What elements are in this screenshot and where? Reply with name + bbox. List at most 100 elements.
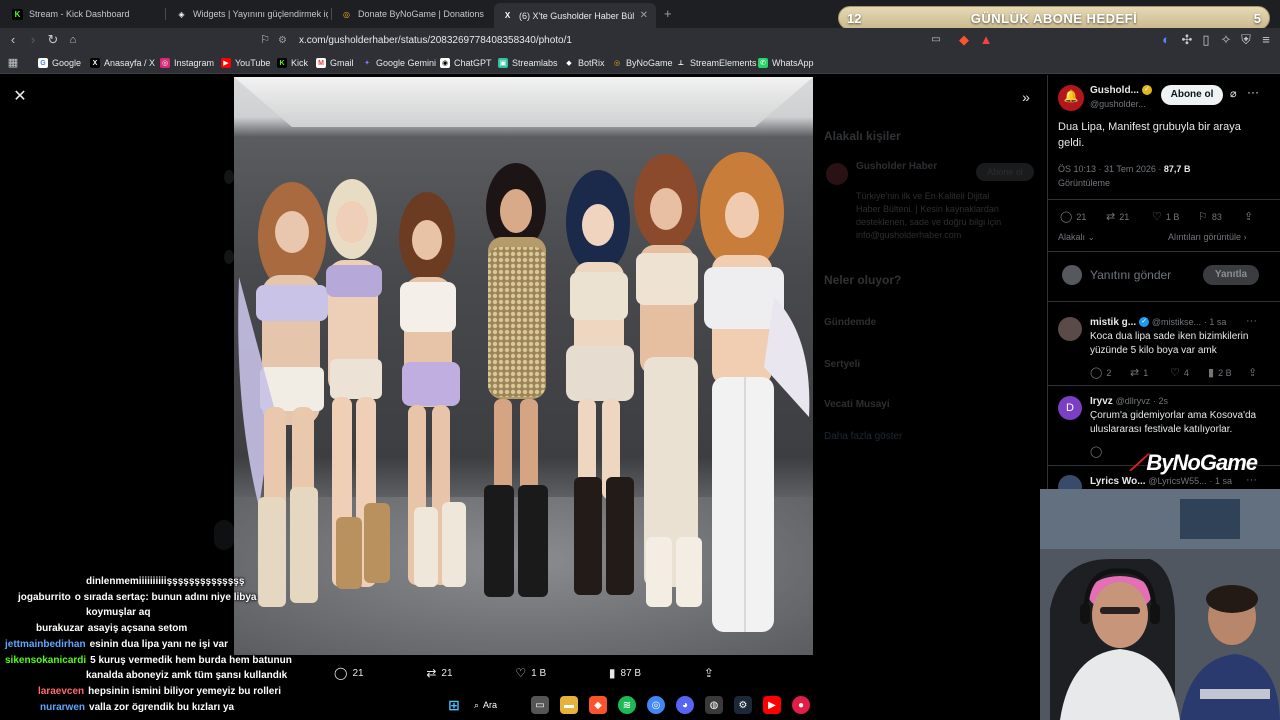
chat-username: jettmainbedirhan (5, 639, 86, 650)
reply-button[interactable]: ◯ 21 (334, 666, 364, 680)
more-options-icon[interactable]: ··· (1246, 315, 1257, 327)
chat-message: koymuşlar aq (86, 607, 151, 618)
chat-message: kanalda aboneyiz amk tüm şansı kullandık (86, 670, 288, 681)
like-button[interactable]: ♡ 4 (1170, 366, 1189, 379)
views-button[interactable]: ▮ 87 B (609, 666, 641, 680)
leo-ai-icon[interactable]: ✧ (1218, 32, 1234, 48)
sidebar-icon[interactable]: ▯ (1198, 32, 1214, 48)
subscriber-goal-overlay: 12 GÜNLÜK ABONE HEDEFİ 5 (838, 6, 1270, 30)
more-options-icon[interactable]: ··· (1247, 85, 1259, 99)
windows-taskbar: ⊞ ⌕ Ara ▭ ▬ ◆ ≋ ◎ ◕ ◍ ⚙ ▶ ● (445, 692, 840, 718)
vpn-icon[interactable]: ⛨ (1238, 32, 1254, 48)
bookmark-label: Streamlabs (512, 58, 558, 68)
tweet-photo[interactable] (234, 77, 813, 655)
menu-icon[interactable]: ≡ (1258, 32, 1274, 48)
extensions-icon[interactable]: ✣ (1179, 32, 1195, 48)
author-name[interactable]: Gushold... ✓ (1090, 85, 1152, 96)
reply-submit-button[interactable]: Yanıtla (1203, 265, 1259, 285)
steam-icon[interactable]: ⚙ (734, 696, 752, 714)
sort-dropdown[interactable]: Alakalı ⌄ (1058, 232, 1095, 243)
bookmark-streamelements[interactable]: ⊥ StreamElements (676, 56, 757, 70)
task-view-icon[interactable]: ▭ (531, 696, 549, 714)
reply-button[interactable]: ◯ 2 (1090, 366, 1111, 379)
views-button[interactable]: ▮ 2 B (1208, 366, 1232, 379)
streamlabs-icon: ▣ (498, 58, 508, 68)
share-button[interactable]: ⇪ (1248, 366, 1257, 379)
tab-x-gusholder[interactable]: X (6) X'te Gusholder Haber Bülteni ✕ (494, 3, 656, 28)
divider (1048, 251, 1280, 252)
screen-cast-icon[interactable]: ▭ (928, 32, 944, 48)
tab-widgets[interactable]: ◈ Widgets | Yayınını güçlendirmek için (168, 4, 328, 24)
brave-icon[interactable]: ◆ (589, 696, 607, 714)
faded-name: Gusholder Haber (856, 161, 938, 172)
brave-shields-icon[interactable]: ◆ (956, 32, 972, 48)
like-button[interactable]: ♡ 1 B (515, 666, 546, 680)
repost-button[interactable]: ⇄ 21 (1106, 210, 1129, 223)
grok-icon[interactable]: ⌀ (1230, 87, 1237, 100)
reload-icon[interactable]: ↻ (45, 32, 61, 48)
bookmark-instagram[interactable]: ◎ Instagram (160, 56, 214, 70)
brave-rewards-icon[interactable]: ▲ (978, 32, 994, 48)
browser-tab-bar: K Stream - Kick Dashboard ◈ Widgets | Ya… (0, 0, 1280, 30)
youtube-app-icon[interactable]: ▶ (763, 696, 781, 714)
follow-button[interactable]: Abone ol (1161, 85, 1223, 105)
taskbar-search[interactable]: ⌕ Ara (474, 700, 520, 711)
bookmark-whatsapp[interactable]: ✆ WhatsApp (758, 56, 814, 70)
back-icon[interactable]: ‹ (5, 32, 21, 48)
apps-grid-icon[interactable]: ▦ (5, 55, 21, 71)
reply-button[interactable]: ◯ (1090, 445, 1102, 458)
repost-button[interactable]: ⇄ 21 (426, 666, 452, 680)
bookmark-gemini[interactable]: ✦ Google Gemini (362, 56, 436, 70)
bookmark-chatgpt[interactable]: ◉ ChatGPT (440, 56, 492, 70)
divider (1048, 199, 1280, 200)
bookmark-youtube[interactable]: ▶ YouTube (221, 56, 270, 70)
tab-kick-dashboard[interactable]: K Stream - Kick Dashboard (4, 4, 162, 24)
reply-icon: ◯ (1090, 446, 1103, 458)
repost-button[interactable]: ⇄ 1 (1130, 366, 1148, 379)
discord-icon[interactable]: ◕ (676, 696, 694, 714)
faded-nav-icon (224, 170, 234, 184)
reply-avatar[interactable] (1058, 317, 1082, 341)
site-info-icon[interactable]: ⚙ (278, 35, 287, 46)
reply-avatar[interactable]: D (1058, 396, 1082, 420)
share-button[interactable]: ⇪ (1244, 210, 1253, 223)
bookmark-label: StreamElements (690, 58, 757, 68)
bookmark-kick[interactable]: K Kick (277, 56, 308, 70)
record-app-icon[interactable]: ● (792, 696, 810, 714)
translate-icon[interactable]: ◐ (1158, 32, 1174, 48)
file-explorer-icon[interactable]: ▬ (560, 696, 578, 714)
new-tab-button[interactable]: + (664, 6, 672, 21)
view-quotes-link[interactable]: Alıntıları görüntüle › (1168, 232, 1247, 242)
obs-icon[interactable]: ◍ (705, 696, 723, 714)
repost-icon: ⇄ (1106, 211, 1116, 223)
faded-trend: Vecati Musayi (824, 399, 890, 410)
chrome-icon[interactable]: ◎ (647, 696, 665, 714)
goal-left-count: 12 (847, 10, 862, 26)
kick-icon: K (12, 8, 23, 20)
webcam-feed (1040, 489, 1280, 720)
bookmark-gmail[interactable]: M Gmail (316, 56, 354, 70)
bookmark-google[interactable]: G Google (38, 56, 81, 70)
reply-button[interactable]: ◯ 21 (1060, 210, 1086, 223)
streamelements-icon: ⊥ (677, 60, 685, 67)
windows-start-icon[interactable]: ⊞ (445, 696, 463, 714)
close-tab-icon[interactable]: ✕ (640, 10, 648, 21)
tab-donate[interactable]: ◎ Donate ByNoGame | Donations (333, 4, 491, 24)
bookmark-x[interactable]: X Anasayfa / X (90, 56, 155, 70)
like-count: 1 B (531, 667, 547, 679)
forward-icon[interactable]: › (25, 32, 41, 48)
spotify-icon[interactable]: ≋ (618, 696, 636, 714)
home-icon[interactable]: ⌂ (65, 32, 81, 48)
bookmark-bynogame[interactable]: ◎ ByNoGame (612, 56, 673, 70)
bookmark-page-icon[interactable]: ⚐ (257, 32, 273, 48)
bookmark-button[interactable]: ⚐ 83 (1198, 210, 1222, 223)
bookmark-streamlabs[interactable]: ▣ Streamlabs (498, 56, 558, 70)
close-icon[interactable]: ✕ (10, 87, 30, 107)
bookmark-botrix[interactable]: ◆ BotRix (564, 56, 604, 70)
share-button[interactable]: ⇪ (704, 666, 714, 680)
author-handle: @gusholder... (1090, 99, 1146, 109)
reply-input[interactable]: Yanıtını gönder (1090, 268, 1171, 282)
collapse-panel-icon[interactable]: » (1016, 87, 1036, 107)
url-bar[interactable]: ⚙ x.com/gusholderhaber/status/2083269778… (278, 31, 998, 49)
like-button[interactable]: ♡ 1 B (1152, 210, 1179, 223)
